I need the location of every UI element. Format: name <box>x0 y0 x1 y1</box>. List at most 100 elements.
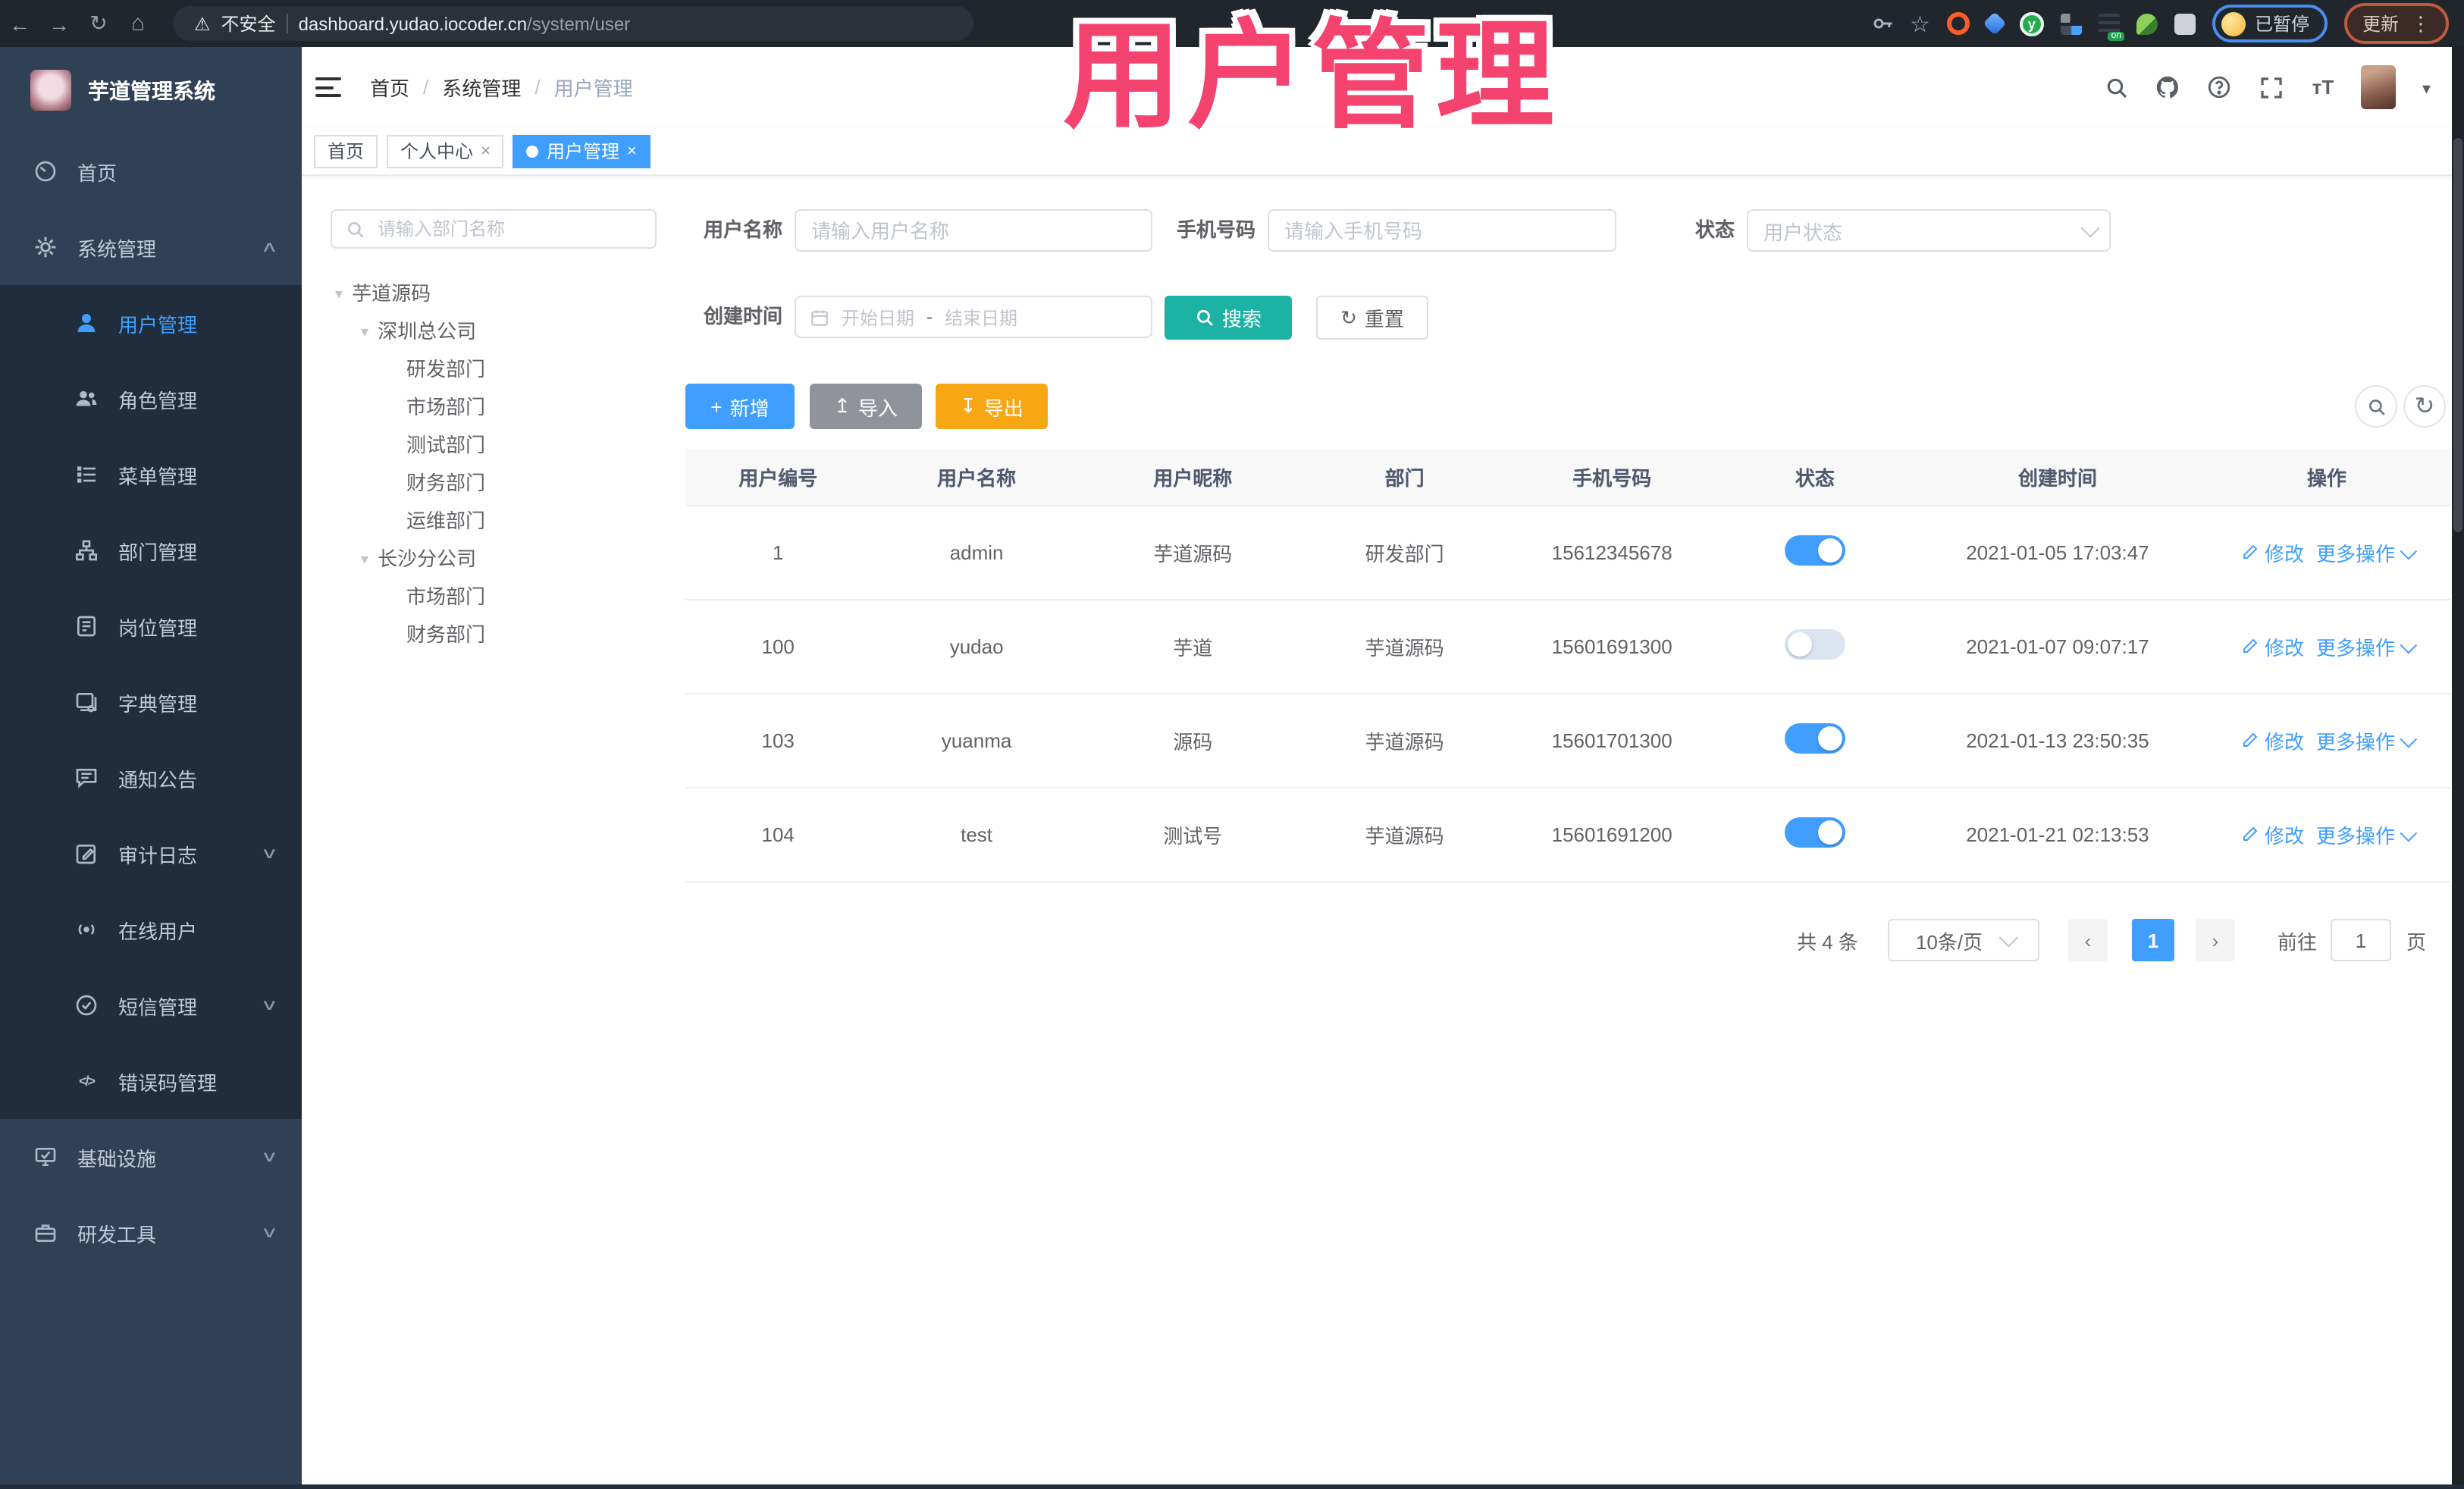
browser-home-icon[interactable] <box>118 11 158 36</box>
tree-node[interactable]: 财务部门 <box>320 462 669 500</box>
sidebar-item-roles[interactable]: 角色管理 <box>0 361 302 437</box>
caret-down-icon[interactable] <box>335 281 343 303</box>
reset-button[interactable]: 重置 <box>1316 296 1428 340</box>
app-header: 首页 / 系统管理 / 用户管理 ᴛT <box>302 47 2452 129</box>
sidebar-item-online-users[interactable]: 在线用户 <box>0 892 302 967</box>
comment-icon <box>74 766 99 790</box>
status-toggle[interactable] <box>1784 535 1845 566</box>
extension-icon[interactable] <box>1946 12 1970 35</box>
import-button[interactable]: 导入 <box>810 384 922 429</box>
fullscreen-icon[interactable] <box>2259 74 2284 100</box>
sidebar-item-dev-tools[interactable]: 研发工具 ∨ <box>0 1195 302 1271</box>
app-logo[interactable]: 芋道管理系统 <box>0 47 302 133</box>
tag-profile[interactable]: 个人中心 × <box>387 134 504 168</box>
edit-link[interactable]: 修改 <box>2242 726 2304 755</box>
toggle-search-button[interactable] <box>2355 385 2397 428</box>
extension-icon[interactable] <box>2060 13 2082 34</box>
sidebar-item-menus[interactable]: 菜单管理 <box>0 437 302 513</box>
more-actions-link[interactable]: 更多操作 <box>2316 727 2417 756</box>
profile-paused-chip[interactable]: 已暂停 <box>2212 5 2328 42</box>
search-button[interactable]: 搜索 <box>1165 296 1292 340</box>
font-size-icon[interactable]: ᴛT <box>2310 74 2336 100</box>
mobile-input[interactable] <box>1268 209 1616 252</box>
user-avatar[interactable] <box>2361 65 2397 109</box>
sidebar-item-notices[interactable]: 通知公告 <box>0 740 302 816</box>
more-actions-link[interactable]: 更多操作 <box>2316 821 2417 850</box>
date-range-picker[interactable]: 开始日期 - 结束日期 <box>795 296 1152 338</box>
user-icon <box>74 311 99 335</box>
browser-forward-icon[interactable] <box>39 11 79 36</box>
sidebar-item-posts[interactable]: 岗位管理 <box>0 588 302 664</box>
username-input[interactable] <box>795 209 1152 252</box>
github-icon[interactable] <box>2155 74 2181 100</box>
page-scrollbar[interactable] <box>2452 47 2464 1489</box>
more-actions-link[interactable]: 更多操作 <box>2316 539 2417 568</box>
status-toggle[interactable] <box>1784 723 1845 754</box>
tree-node[interactable]: 财务部门 <box>320 614 669 652</box>
tree-node[interactable]: 测试部门 <box>320 425 669 462</box>
more-actions-link[interactable]: 更多操作 <box>2316 633 2417 662</box>
extension-icon[interactable] <box>1983 11 2007 36</box>
edit-link[interactable]: 修改 <box>2242 538 2304 567</box>
add-button[interactable]: + 新增 <box>685 384 795 429</box>
sidebar-item-home[interactable]: 首页 <box>0 133 302 209</box>
status-select[interactable]: 用户状态 <box>1747 209 2111 252</box>
caret-down-icon[interactable] <box>2422 74 2431 101</box>
next-page-button[interactable]: › <box>2196 919 2235 961</box>
collapse-sidebar-icon[interactable] <box>315 77 341 97</box>
sidebar-item-departments[interactable]: 部门管理 <box>0 513 302 588</box>
tag-home[interactable]: 首页 <box>314 134 378 168</box>
browser-back-icon[interactable] <box>0 11 39 36</box>
edit-link[interactable]: 修改 <box>2242 632 2304 661</box>
address-bar[interactable]: 不安全 dashboard.yudao.iocoder.cn/system/us… <box>173 6 973 41</box>
export-button[interactable]: 导出 <box>936 384 1048 429</box>
browser-menu-icon[interactable] <box>2411 11 2431 36</box>
page-number-button[interactable]: 1 <box>2132 919 2174 961</box>
caret-down-icon[interactable] <box>361 546 368 569</box>
tree-node[interactable]: 市场部门 <box>320 576 669 614</box>
sidebar-item-infrastructure[interactable]: 基础设施 ∨ <box>0 1119 302 1195</box>
breadcrumb-home[interactable]: 首页 <box>370 73 409 102</box>
status-toggle[interactable] <box>1784 817 1845 848</box>
tag-user-management[interactable]: 用户管理 × <box>513 134 650 168</box>
end-date-placeholder[interactable]: 结束日期 <box>945 304 1017 330</box>
sidebar-item-users[interactable]: 用户管理 <box>0 285 302 361</box>
sidebar-item-sms[interactable]: 短信管理 ∨ <box>0 967 302 1043</box>
key-icon[interactable] <box>1870 12 1893 35</box>
extension-icon[interactable] <box>2136 13 2158 34</box>
tree-node[interactable]: 长沙分公司 <box>320 538 669 576</box>
sidebar-item-audit-log[interactable]: 审计日志 ∨ <box>0 816 302 892</box>
prev-page-button[interactable]: ‹ <box>2068 919 2108 961</box>
status-toggle[interactable] <box>1784 629 1845 660</box>
tree-node[interactable]: 深圳总公司 <box>320 311 669 349</box>
bookmark-star-icon[interactable] <box>1910 10 1930 37</box>
edit-link[interactable]: 修改 <box>2242 820 2304 849</box>
update-label: 更新 <box>2362 14 2399 35</box>
page-size-select[interactable]: 10条/页 <box>1888 919 2039 961</box>
scrollbar-thumb[interactable] <box>2453 138 2462 532</box>
sidebar-item-error-codes[interactable]: </> 错误码管理 <box>0 1043 302 1119</box>
caret-down-icon[interactable] <box>361 318 368 341</box>
start-date-placeholder[interactable]: 开始日期 <box>842 304 914 330</box>
tree-node[interactable]: 运维部门 <box>320 500 669 538</box>
extensions-puzzle-icon[interactable] <box>2174 13 2196 34</box>
goto-page-input[interactable] <box>2332 927 2390 953</box>
breadcrumb-system[interactable]: 系统管理 <box>442 73 521 102</box>
tree-node[interactable]: 芋道源码 <box>320 273 669 311</box>
extension-icon[interactable] <box>2098 13 2124 40</box>
dept-search-input[interactable] <box>375 217 641 241</box>
browser-reload-icon[interactable] <box>79 11 118 36</box>
help-icon[interactable] <box>2207 74 2233 100</box>
extension-icon[interactable]: y <box>2019 11 2044 36</box>
close-icon[interactable]: × <box>481 142 491 160</box>
header-search-icon[interactable] <box>2104 74 2130 100</box>
refresh-table-button[interactable] <box>2403 385 2446 428</box>
browser-update-button[interactable]: 更新 <box>2343 3 2449 44</box>
table-header-row: 用户编号 用户名称 用户昵称 部门 手机号码 状态 创建时间 操作 <box>685 449 2450 506</box>
sidebar-item-dict[interactable]: 字典管理 <box>0 664 302 740</box>
dept-search-box <box>331 209 657 249</box>
tree-node[interactable]: 研发部门 <box>320 349 669 387</box>
sidebar-item-system[interactable]: 系统管理 ∧ <box>0 209 302 285</box>
close-icon[interactable]: × <box>627 142 637 160</box>
tree-node[interactable]: 市场部门 <box>320 387 669 425</box>
